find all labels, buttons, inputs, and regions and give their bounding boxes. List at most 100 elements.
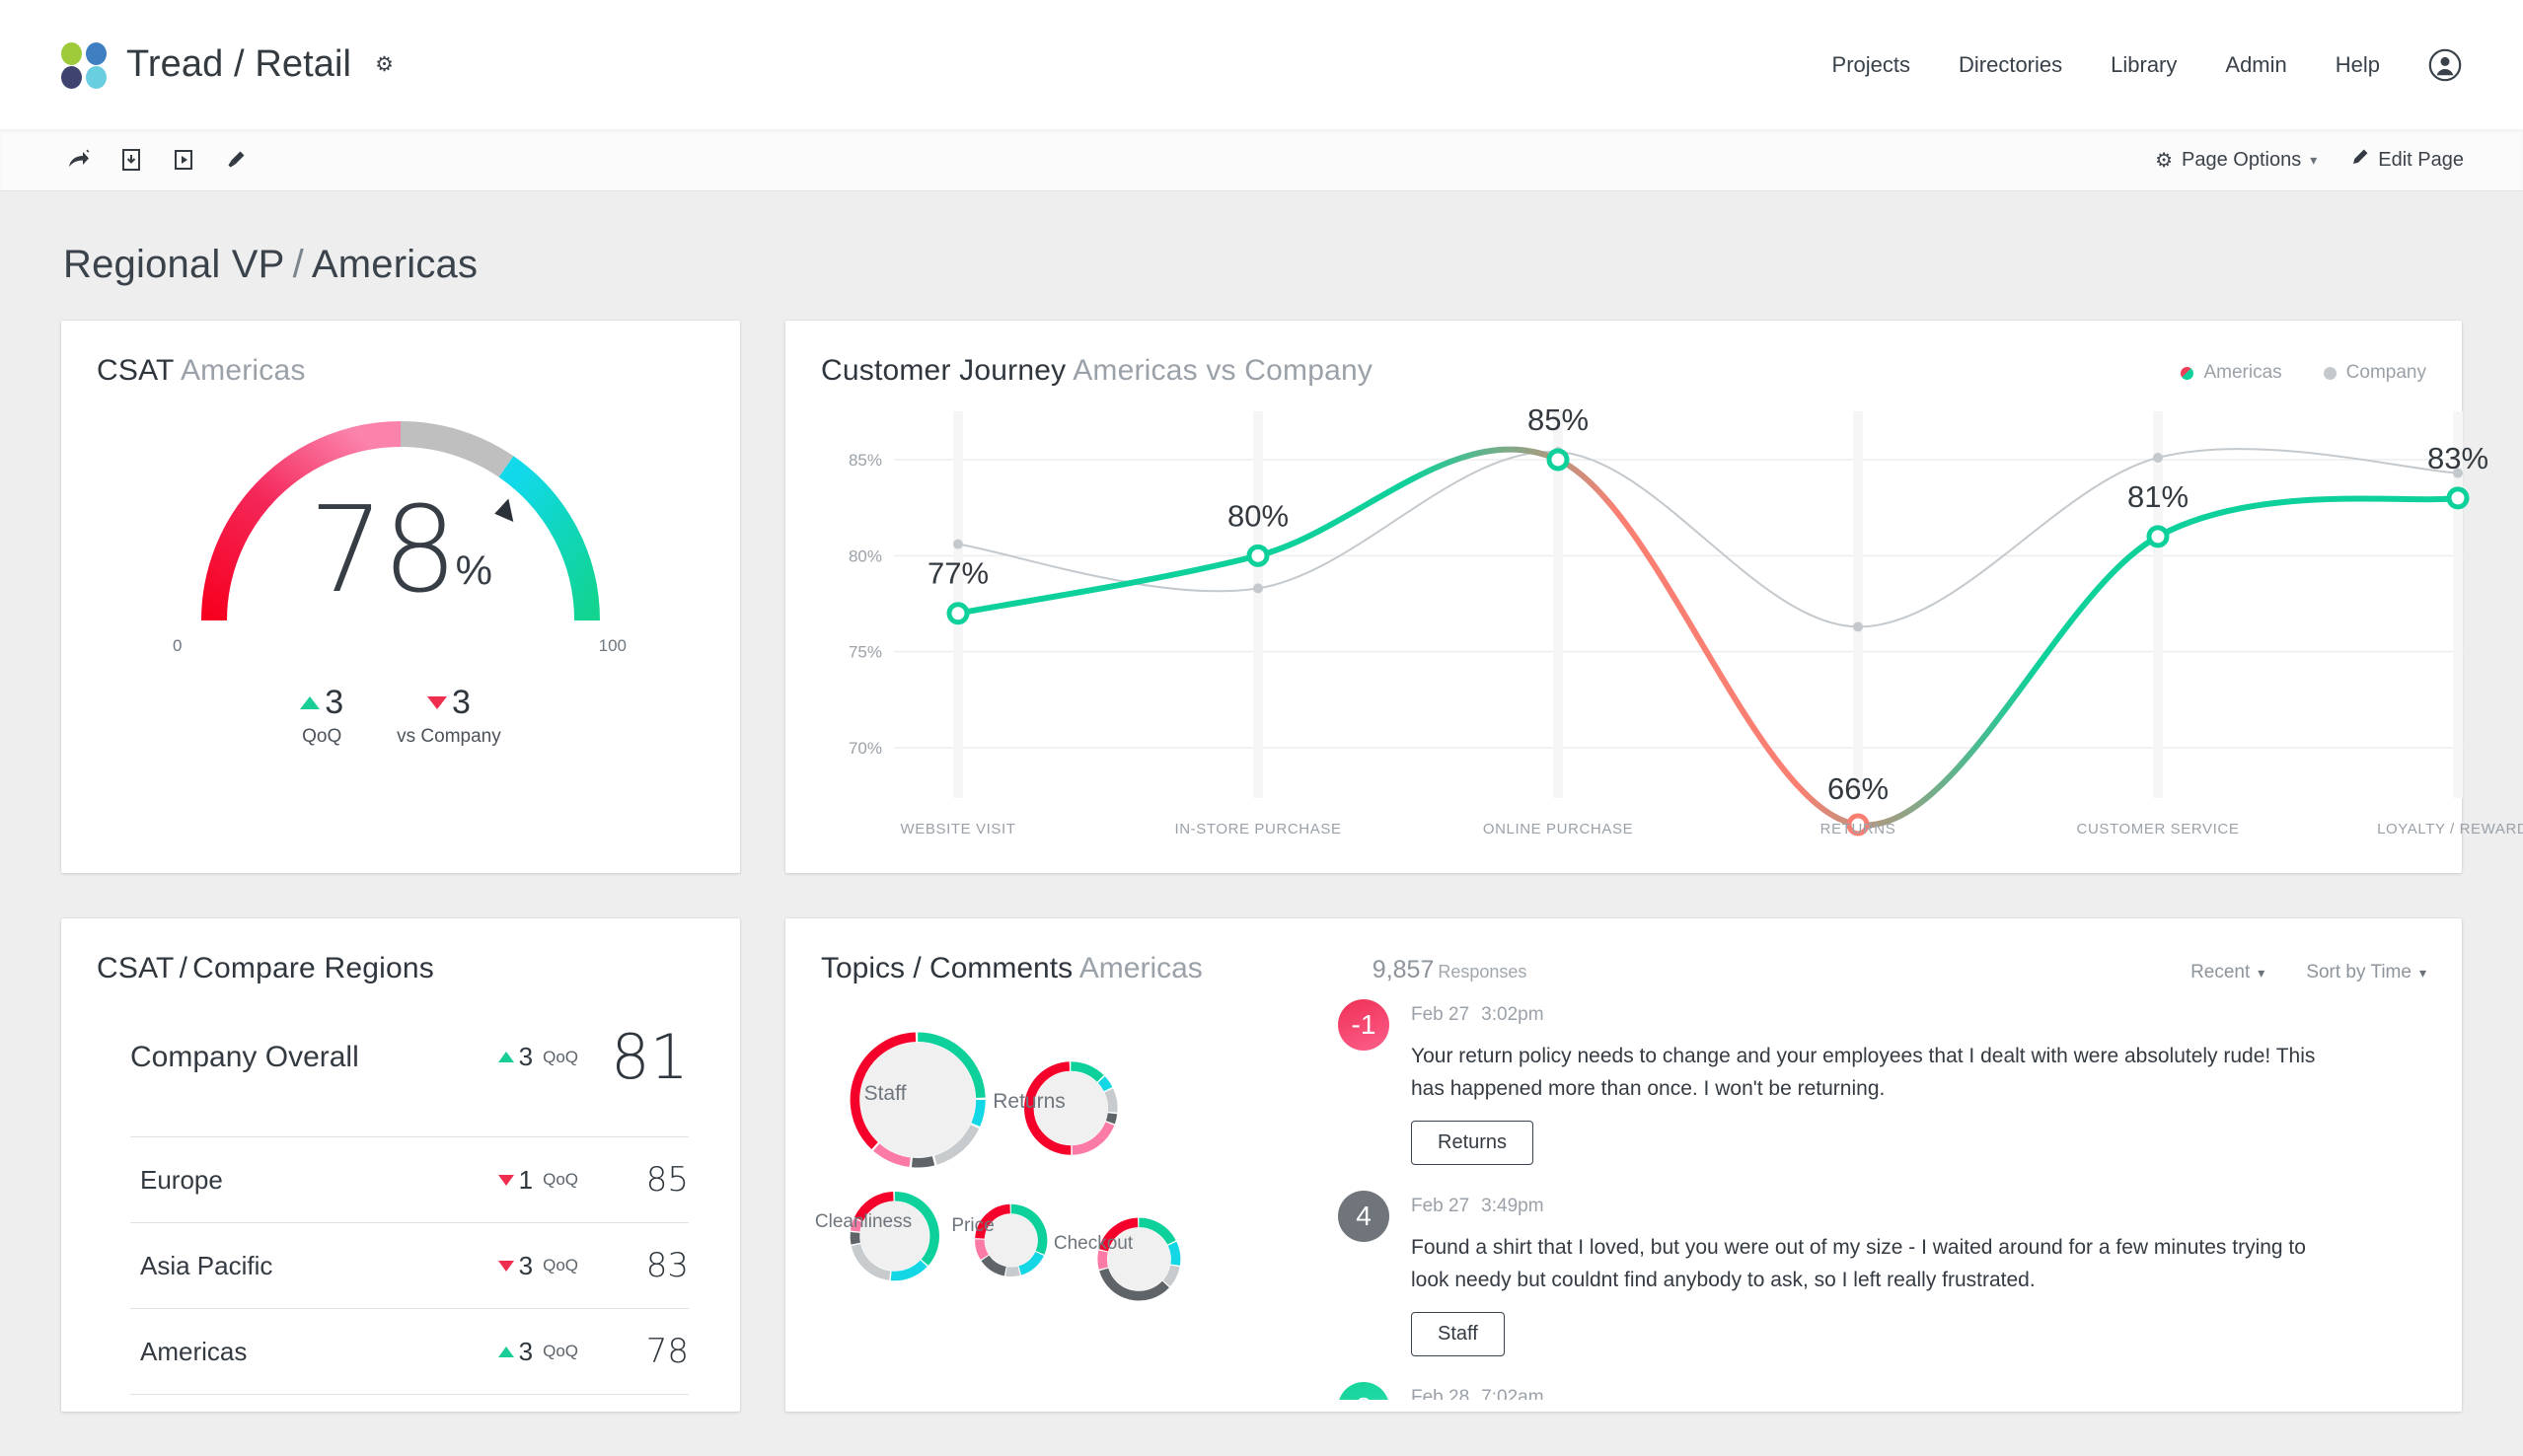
breadcrumb-root[interactable]: Regional VP — [63, 243, 285, 286]
triangle-up-icon — [300, 696, 320, 709]
compare-regions-title-sub: Compare Regions — [192, 952, 434, 984]
sort-by-time-dropdown[interactable]: Sort by Time ▾ — [2306, 962, 2426, 983]
responses-count: 9,857Responses — [1373, 956, 1527, 984]
comment-score-badge: 8 — [1338, 1382, 1389, 1400]
svg-text:LOYALTY / REWARDS: LOYALTY / REWARDS — [2377, 821, 2523, 837]
csat-gauge-card: CSAT Americas — [61, 321, 740, 873]
svg-text:66%: 66% — [1827, 771, 1889, 806]
comment-score-badge: 4 — [1338, 1191, 1389, 1242]
pencil-icon — [2350, 148, 2369, 173]
region-delta-value: 3 — [519, 1251, 533, 1281]
edit-page-label: Edit Page — [2378, 149, 2464, 172]
present-document-icon[interactable] — [164, 140, 203, 180]
svg-text:75%: 75% — [849, 643, 882, 662]
customer-journey-chart[interactable]: 85%80%75%70%77%80%85%66%81%83%WEBSITE VI… — [785, 382, 2462, 855]
comment-meta: Feb 287:02am — [1411, 1387, 2418, 1400]
stat-vs-company: 3 vs Company — [397, 686, 501, 748]
gauge-scale-min: 0 — [173, 636, 182, 656]
overall-delta: 3 QoQ — [498, 1042, 578, 1072]
stat-vs-company-value: 3 — [452, 686, 471, 719]
download-document-icon[interactable] — [111, 140, 151, 180]
csat-gauge: 78% — [169, 396, 632, 642]
legend-item-americas[interactable]: Americas — [2181, 362, 2281, 384]
topics-bubble-chart[interactable]: Staff Returns Cleanliness Price Checkout — [785, 999, 1338, 1400]
customer-journey-card: Customer Journey Americas vs Company Ame… — [785, 321, 2462, 873]
bubble-label-checkout: Checkout — [1054, 1233, 1133, 1255]
filter-recent-label: Recent — [2190, 962, 2250, 983]
comment-text: Found a shirt that I loved, but you were… — [1411, 1232, 2338, 1296]
svg-text:77%: 77% — [928, 556, 989, 591]
region-score: 78 — [604, 1332, 689, 1371]
table-row[interactable]: Asia Pacific 3 QoQ 83 — [130, 1222, 689, 1308]
nav-item-help[interactable]: Help — [2336, 52, 2380, 78]
tc-title-sub: Americas — [1079, 952, 1203, 984]
compare-regions-title: CSAT/Compare Regions — [61, 918, 740, 985]
legend-item-company[interactable]: Company — [2324, 362, 2426, 384]
region-delta-period: QoQ — [543, 1256, 578, 1275]
compare-regions-card: CSAT/Compare Regions Company Overall 3 Q… — [61, 918, 740, 1412]
compare-regions-title-main: CSAT — [97, 952, 175, 984]
list-item[interactable]: 4 Feb 273:49pm Found a shirt that I love… — [1338, 1191, 2418, 1356]
triangle-down-icon — [498, 1261, 514, 1272]
sort-by-time-label: Sort by Time — [2306, 962, 2412, 983]
csat-title-main: CSAT — [97, 354, 174, 387]
table-row[interactable]: Middle East 1 QoQ 64 — [130, 1394, 689, 1412]
comment-topic-tag[interactable]: Staff — [1411, 1312, 1505, 1356]
table-row[interactable]: Europe 1 QoQ 85 — [130, 1136, 689, 1222]
list-item[interactable]: 8 Feb 287:02am Everything is easy to fin… — [1338, 1382, 2418, 1400]
bubble-label-cleanliness: Cleanliness — [815, 1211, 912, 1233]
csat-gauge-title: CSAT Americas — [61, 321, 740, 388]
legend-dot-icon — [2181, 367, 2193, 380]
brush-icon[interactable] — [216, 140, 256, 180]
list-item[interactable]: -1 Feb 27 3:02pm Your return policy needs… — [1338, 999, 2418, 1165]
comment-topic-tag[interactable]: Returns — [1411, 1121, 1533, 1165]
edit-page-button[interactable]: Edit Page — [2350, 148, 2464, 173]
bubble-label-price: Price — [951, 1215, 994, 1237]
overall-delta-value: 3 — [519, 1042, 533, 1072]
comment-time: 3:49pm — [1481, 1196, 1543, 1216]
brand-title: Tread / Retail — [126, 43, 351, 86]
nav-item-directories[interactable]: Directories — [1959, 52, 2062, 78]
csat-title-sub: Americas — [181, 354, 306, 387]
user-circle-icon[interactable] — [2428, 48, 2462, 82]
svg-text:ONLINE PURCHASE: ONLINE PURCHASE — [1483, 821, 1633, 837]
gear-icon: ⚙ — [2155, 148, 2173, 173]
nav-item-library[interactable]: Library — [2111, 52, 2177, 78]
gear-icon[interactable]: ⚙ — [375, 54, 394, 75]
app-logo-icon — [61, 42, 107, 88]
overall-score: 81 — [604, 1021, 689, 1093]
nav-item-projects[interactable]: Projects — [1832, 52, 1910, 78]
chevron-down-icon: ▾ — [2258, 965, 2264, 982]
stat-qoq-label: QoQ — [300, 726, 343, 748]
legend-label: Company — [2346, 362, 2426, 384]
region-delta: 3 QoQ — [498, 1251, 578, 1281]
comment-score-badge: -1 — [1338, 999, 1389, 1051]
region-delta: 3 QoQ — [498, 1337, 578, 1367]
page-options-label: Page Options — [2182, 149, 2301, 172]
stat-qoq-value: 3 — [325, 686, 343, 719]
filter-recent-dropdown[interactable]: Recent ▾ — [2190, 962, 2264, 983]
comment-time: 7:02am — [1481, 1387, 1543, 1400]
svg-text:80%: 80% — [1227, 498, 1289, 533]
region-name: Europe — [130, 1165, 498, 1196]
table-row[interactable]: Americas 3 QoQ 78 — [130, 1308, 689, 1394]
brand[interactable]: Tread / Retail ⚙ — [61, 42, 394, 88]
legend-dot-icon — [2324, 367, 2337, 380]
svg-text:70%: 70% — [849, 739, 882, 758]
responses-label: Responses — [1438, 962, 1526, 982]
nav-item-admin[interactable]: Admin — [2225, 52, 2286, 78]
comment-meta: Feb 27 3:02pm — [1411, 1004, 2418, 1026]
region-score: 85 — [604, 1160, 689, 1200]
page-options-button[interactable]: ⚙ Page Options ▾ — [2155, 148, 2317, 173]
share-arrow-icon[interactable] — [59, 140, 99, 180]
svg-text:81%: 81% — [2127, 479, 2189, 514]
compare-regions-overall-row[interactable]: Company Overall 3 QoQ 81 — [130, 985, 689, 1136]
region-name: Asia Pacific — [130, 1251, 498, 1281]
triangle-up-icon — [498, 1347, 514, 1357]
comment-time: 3:02pm — [1481, 1004, 1543, 1025]
region-delta: 1 QoQ — [498, 1165, 578, 1196]
tc-title-main: Topics / Comments — [821, 952, 1073, 984]
comment-text: Your return policy needs to change and y… — [1411, 1041, 2338, 1105]
main-nav: Projects Directories Library Admin Help — [1832, 48, 2462, 82]
comment-date: Feb 27 — [1411, 1004, 1469, 1025]
